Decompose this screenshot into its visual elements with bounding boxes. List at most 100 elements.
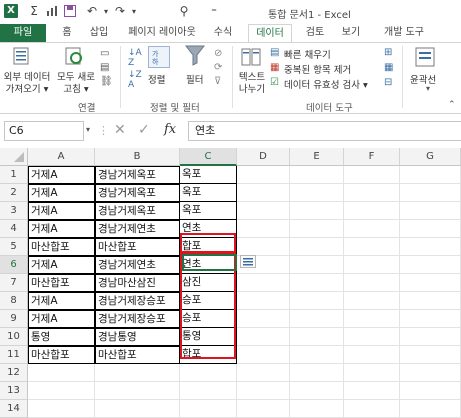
collapse-ribbon-icon[interactable]: ⌃	[448, 100, 456, 110]
cell[interactable]	[237, 184, 290, 202]
cell[interactable]	[290, 310, 344, 328]
cell[interactable]	[237, 238, 290, 256]
cell[interactable]: 거제A	[28, 220, 95, 238]
cell[interactable]	[290, 274, 344, 292]
cell[interactable]	[344, 166, 400, 184]
cell[interactable]	[28, 364, 95, 382]
row-header[interactable]: 4	[0, 220, 28, 238]
column-header[interactable]: G	[400, 148, 461, 166]
what-if-analysis-icon[interactable]: ▦	[384, 62, 393, 73]
cell[interactable]: 거제A	[28, 202, 95, 220]
redo-dropdown-icon[interactable]: ▾	[126, 3, 142, 19]
column-header[interactable]: F	[344, 148, 400, 166]
cell[interactable]	[400, 382, 461, 400]
cell[interactable]: 마산합포	[95, 346, 180, 364]
row-header[interactable]: 12	[0, 364, 28, 382]
cell[interactable]	[400, 400, 461, 418]
filter-button[interactable]: 필터	[186, 72, 203, 86]
row-header[interactable]: 3	[0, 202, 28, 220]
enter-icon[interactable]: ✓	[138, 122, 150, 138]
cell[interactable]	[400, 274, 461, 292]
tab-formulas[interactable]: 수식	[210, 24, 236, 42]
flash-fill-icon[interactable]: ▤	[270, 47, 279, 58]
cell[interactable]	[237, 220, 290, 238]
cell[interactable]	[344, 238, 400, 256]
cell[interactable]	[344, 310, 400, 328]
cell[interactable]	[95, 400, 180, 418]
cell[interactable]	[290, 364, 344, 382]
tab-page-layout[interactable]: 페이지 레이아웃	[122, 24, 202, 42]
flash-fill-options-icon[interactable]	[240, 255, 256, 268]
tab-file[interactable]: 파일	[0, 24, 46, 42]
cell[interactable]	[344, 184, 400, 202]
cell[interactable]	[290, 220, 344, 238]
cell[interactable]	[344, 202, 400, 220]
cell[interactable]	[344, 382, 400, 400]
cell[interactable]	[237, 292, 290, 310]
outline-button[interactable]: 윤곽선	[410, 72, 436, 86]
reapply-filter-icon[interactable]: ⟳	[214, 62, 222, 73]
cell[interactable]	[400, 184, 461, 202]
row-header[interactable]: 9	[0, 310, 28, 328]
cell[interactable]	[344, 346, 400, 364]
column-header[interactable]: D	[237, 148, 290, 166]
cell[interactable]: 거제A	[28, 184, 95, 202]
cell[interactable]	[344, 220, 400, 238]
cell[interactable]	[400, 220, 461, 238]
cancel-icon[interactable]: ✕	[114, 122, 126, 138]
cell[interactable]	[344, 256, 400, 274]
flash-fill-button[interactable]: 빠른 채우기	[284, 47, 331, 61]
cell[interactable]	[290, 166, 344, 184]
cell[interactable]	[290, 256, 344, 274]
text-to-columns-button[interactable]: 텍스트 나누기	[234, 72, 270, 96]
advanced-filter-icon[interactable]: ⊽	[214, 76, 221, 87]
data-validation-button[interactable]: 데이터 유효성 검사 ▾	[284, 77, 368, 91]
cell[interactable]	[344, 364, 400, 382]
cell[interactable]: 경남거제옥포	[95, 166, 180, 184]
cell[interactable]: 거제A	[28, 166, 95, 184]
outline-icon[interactable]	[414, 46, 436, 68]
formula-input[interactable]: 연초	[188, 121, 461, 141]
cell[interactable]	[400, 202, 461, 220]
quick-access-more-icon[interactable]: ⁼	[206, 3, 222, 19]
cell[interactable]: 경남거제연초	[95, 220, 180, 238]
external-data-icon[interactable]	[12, 46, 34, 66]
tab-data[interactable]: 데이터	[248, 24, 292, 43]
cell[interactable]	[95, 382, 180, 400]
text-to-columns-icon[interactable]	[240, 46, 262, 68]
column-header[interactable]: C	[180, 148, 237, 166]
cell[interactable]	[290, 382, 344, 400]
row-header[interactable]: 10	[0, 328, 28, 346]
excel-icon[interactable]: X	[4, 4, 18, 18]
column-header[interactable]: E	[290, 148, 344, 166]
select-all-corner[interactable]	[0, 148, 28, 166]
edit-links-icon[interactable]: ⛓	[100, 76, 113, 87]
tab-review[interactable]: 검토	[302, 24, 328, 42]
properties-icon[interactable]: ▤	[100, 62, 109, 73]
cell[interactable]	[400, 328, 461, 346]
cell[interactable]: 경남통영	[95, 328, 180, 346]
cell[interactable]: 거제A	[28, 292, 95, 310]
cell[interactable]	[180, 382, 237, 400]
cell[interactable]	[400, 364, 461, 382]
external-data-button[interactable]: 외부 데이터 가져오기 ▾	[2, 72, 52, 96]
cell[interactable]: 경남마산삼진	[95, 274, 180, 292]
remove-duplicates-icon[interactable]: ▦	[270, 62, 279, 73]
cell[interactable]: 경남거제연초	[95, 256, 180, 274]
filter-icon[interactable]	[184, 44, 206, 66]
cell[interactable]	[237, 274, 290, 292]
cell[interactable]: 경남거제옥포	[95, 184, 180, 202]
cell[interactable]	[290, 400, 344, 418]
cell[interactable]	[344, 292, 400, 310]
cell[interactable]	[400, 292, 461, 310]
cell[interactable]: 통영	[28, 328, 95, 346]
save-icon[interactable]	[62, 3, 78, 19]
bar-chart-icon[interactable]	[44, 3, 60, 19]
cell[interactable]	[400, 238, 461, 256]
sort-ascending-icon[interactable]: ↓A Z	[128, 48, 142, 68]
cell[interactable]	[290, 346, 344, 364]
name-box[interactable]: C6	[4, 121, 84, 141]
data-validation-icon[interactable]: ☑	[270, 77, 279, 88]
row-header[interactable]: 14	[0, 400, 28, 418]
cell[interactable]: 거제A	[28, 310, 95, 328]
